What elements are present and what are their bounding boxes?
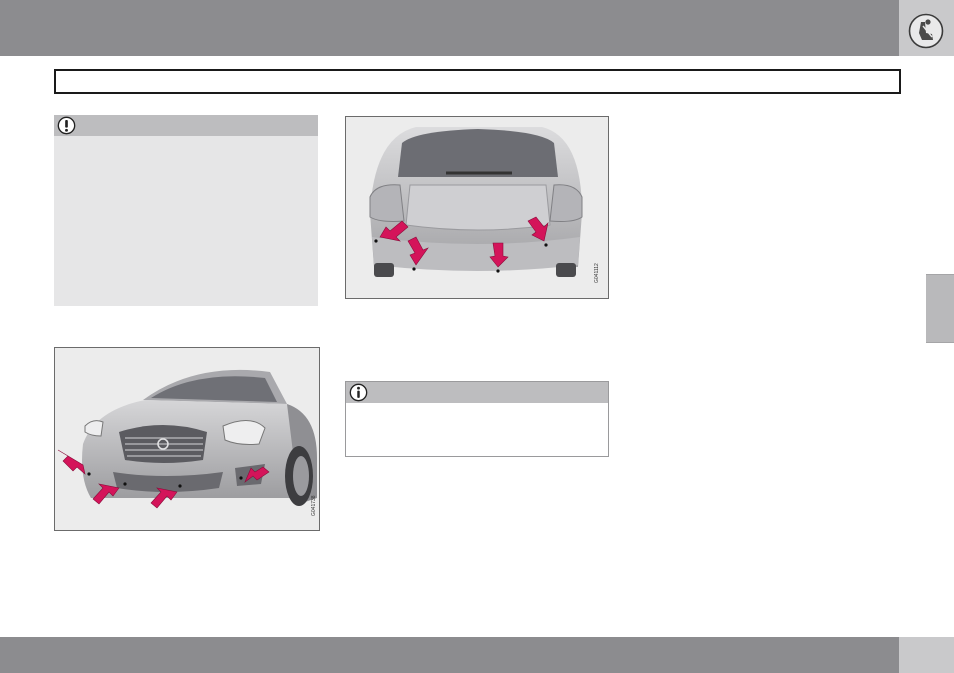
warning-callout: [54, 115, 318, 306]
front-car-illustration: G041738: [54, 347, 320, 531]
rear-car-illustration: G041112: [345, 116, 609, 299]
header-bar: [0, 0, 899, 56]
warning-callout-header: [54, 115, 318, 136]
footer-page-number-tab: [899, 637, 954, 673]
footer-bar: [0, 637, 899, 673]
section-header-frame: [54, 69, 901, 94]
info-callout-header: [346, 382, 608, 403]
information-icon: [349, 383, 368, 402]
rear-car-drawing: [346, 117, 608, 298]
info-callout: [345, 381, 609, 457]
figure-code: G041112: [594, 263, 600, 283]
seat-belt-icon: [908, 13, 944, 49]
front-car-drawing: [55, 348, 319, 530]
chapter-side-tab[interactable]: [926, 274, 954, 343]
exclamation-icon: [57, 116, 76, 135]
figure-code: G041738: [311, 495, 317, 516]
